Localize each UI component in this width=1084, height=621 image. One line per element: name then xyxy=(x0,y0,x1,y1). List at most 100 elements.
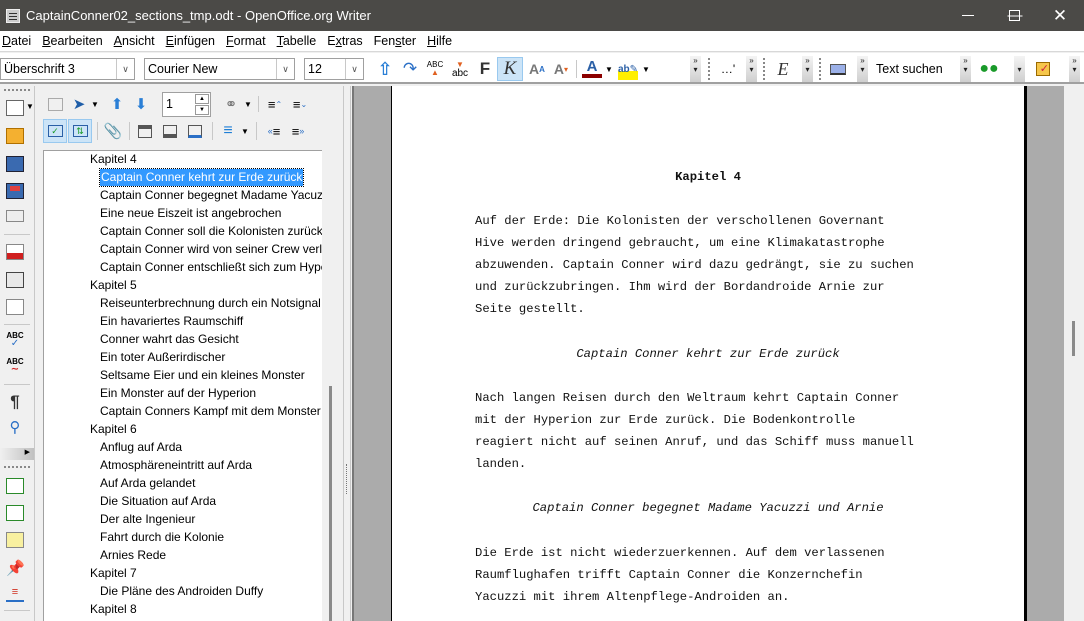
font-size-select[interactable]: 12 ∨ xyxy=(304,58,364,80)
menu-hilfe[interactable]: Hilfe xyxy=(427,34,452,48)
navigation-dropdown-icon[interactable]: ▼ xyxy=(90,93,100,115)
header-icon[interactable] xyxy=(135,120,155,142)
navigator-subheading-item[interactable]: Captain Conner kehrt zur Erde zurück xyxy=(98,168,305,187)
pushpin-icon[interactable]: 📌 xyxy=(6,559,25,577)
navigator-heading-item[interactable]: Kapitel 5 xyxy=(90,277,137,294)
ellipsis-button[interactable]: …' xyxy=(717,58,739,80)
save-as-icon[interactable] xyxy=(6,183,24,199)
promote-chapter-icon[interactable]: «≡ xyxy=(264,120,284,142)
toolbar-expand-button[interactable]: ▶ xyxy=(0,448,34,460)
spellcheck-doc-icon[interactable]: ✓ xyxy=(1032,58,1054,80)
navigator-subheading-item[interactable]: Captain Conner soll die Kolonisten zurüc… xyxy=(100,223,337,240)
menu-ansicht[interactable]: Ansicht xyxy=(114,34,155,48)
new-dropdown-icon[interactable]: ▼ xyxy=(26,102,34,111)
navigator-subheading-item[interactable]: Atmosphäreneintritt auf Arda xyxy=(100,457,252,474)
insert-index-icon[interactable] xyxy=(6,478,24,494)
save-icon[interactable] xyxy=(6,156,24,172)
toolbar-overflow-button[interactable]: » ▾ xyxy=(857,56,868,82)
navigator-scrollbar[interactable] xyxy=(322,150,338,621)
chevron-down-icon[interactable]: ∨ xyxy=(276,59,294,79)
navigator-heading-item[interactable]: Kapitel 7 xyxy=(90,565,137,582)
menu-einfuegen[interactable]: Einfügen xyxy=(166,34,215,48)
navigator-subheading-item[interactable]: Eine neue Eiszeit ist angebrochen xyxy=(100,205,281,222)
menu-bearbeiten[interactable]: Bearbeiten xyxy=(42,34,102,48)
navigator-subheading-item[interactable]: Die Pläne des Androiden Duffy xyxy=(100,583,263,600)
demote-level-icon[interactable]: ≡ ⌄ xyxy=(290,93,310,115)
navigator-subheading-item[interactable]: Captain Conners Kampf mit dem Monster xyxy=(100,403,321,420)
emphasis-button[interactable]: E xyxy=(773,58,793,80)
paragraph-style-select[interactable]: Überschrift 3 ∨ xyxy=(0,58,135,80)
navigator-subheading-item[interactable]: Die Situation auf Arda xyxy=(100,493,216,510)
update-index-icon[interactable] xyxy=(6,505,24,521)
page-number-spinner[interactable]: 1 ▲ ▼ xyxy=(162,92,211,117)
menu-tabelle[interactable]: Tabelle xyxy=(277,34,317,48)
toolbar-grip[interactable] xyxy=(819,58,822,80)
highlight-button[interactable]: ab✎ xyxy=(618,58,638,80)
heading-levels-icon[interactable]: ≡ xyxy=(218,120,238,142)
paperclip-icon[interactable]: 📎 xyxy=(103,120,123,142)
footer-icon[interactable] xyxy=(160,120,180,142)
toggle-content-icon[interactable] xyxy=(44,93,66,115)
promote-icon[interactable]: ⇧ xyxy=(376,58,394,80)
navigator-subheading-item[interactable]: Reiseunterbrechnung durch ein Notsignal xyxy=(100,295,321,312)
email-icon[interactable] xyxy=(6,210,24,222)
navigator-heading-item[interactable]: Kapitel 8 xyxy=(90,601,137,618)
drag-mode-icon[interactable]: ⚭ xyxy=(221,93,241,115)
shrink-font-icon[interactable]: A ▾ xyxy=(550,58,572,80)
navigator-subheading-item[interactable]: Arnies Rede xyxy=(100,547,166,564)
panel-splitter[interactable] xyxy=(343,86,351,621)
anchor-icon[interactable] xyxy=(185,120,205,142)
spin-down-icon[interactable]: ▼ xyxy=(195,105,209,115)
new-document-icon[interactable] xyxy=(6,100,24,116)
document-page[interactable]: Kapitel 4 Auf der Erde: Die Kolonisten d… xyxy=(391,86,1027,621)
page-preview-icon[interactable] xyxy=(6,299,24,315)
highlight-dropdown-icon[interactable]: ▼ xyxy=(641,58,651,80)
font-color-button[interactable]: A xyxy=(582,58,602,78)
maximize-button[interactable] xyxy=(991,0,1037,31)
toolbar-grip[interactable] xyxy=(763,58,766,80)
italic-button[interactable]: K xyxy=(497,57,523,81)
font-color-dropdown-icon[interactable]: ▼ xyxy=(604,58,614,80)
formatting-marks-icon[interactable]: ¶ xyxy=(6,393,24,410)
font-name-select[interactable]: Courier New ∨ xyxy=(144,58,295,80)
open-folder-icon[interactable] xyxy=(6,128,24,144)
navigator-subheading-item[interactable]: Captain Conner wird von seiner Crew verl… xyxy=(100,241,337,258)
promote-level-icon[interactable]: ≡ ⌃ xyxy=(265,93,285,115)
navigator-heading-item[interactable]: Kapitel 6 xyxy=(90,421,137,438)
navigation-icon[interactable]: ➤ xyxy=(70,93,88,115)
find-text-field[interactable]: Text suchen xyxy=(870,58,955,80)
navigator-subheading-item[interactable]: Ein Monster auf der Hyperion xyxy=(100,385,256,402)
export-pdf-icon[interactable] xyxy=(6,244,24,260)
navigator-subheading-item[interactable]: Captain Conner entschließt sich zum Hype… xyxy=(100,259,337,276)
toolbar-grip[interactable] xyxy=(4,89,30,91)
splitter-grip[interactable] xyxy=(346,464,347,494)
navigator-subheading-item[interactable]: Auf Arda gelandet xyxy=(100,475,195,492)
document-scrollbar[interactable] xyxy=(1064,86,1084,621)
demote-chapter-icon[interactable]: ≡» xyxy=(288,120,308,142)
navigator-heading-item[interactable]: Kapitel 4 xyxy=(90,151,137,168)
next-icon[interactable]: ⬇ xyxy=(131,93,151,115)
navigator-tree[interactable]: Kapitel 4 Captain Conner kehrt zur Erde z… xyxy=(43,150,338,621)
chevron-down-icon[interactable]: ∨ xyxy=(116,59,134,79)
menu-fenster[interactable]: Fenster xyxy=(374,34,416,48)
navigator-subheading-item[interactable]: Conner wahrt das Gesicht xyxy=(100,331,239,348)
content-navigation-toggle-button[interactable]: ⇅ xyxy=(68,119,92,143)
toolbar-overflow-button[interactable]: » ▾ xyxy=(690,56,701,82)
scrollbar-thumb[interactable] xyxy=(1072,321,1075,356)
navigator-subheading-item[interactable]: Anflug auf Arda xyxy=(100,439,182,456)
toolbar-overflow-button[interactable]: » ▾ xyxy=(746,56,757,82)
binoculars-icon[interactable]: ●● xyxy=(978,58,1000,80)
close-button[interactable]: ✕ xyxy=(1037,0,1083,31)
chevron-down-icon[interactable]: ∨ xyxy=(345,59,363,79)
auto-spellcheck-icon[interactable]: ABC ∼ xyxy=(6,358,24,375)
scrollbar-thumb[interactable] xyxy=(329,386,332,621)
menu-format[interactable]: Format xyxy=(226,34,266,48)
grow-font-icon[interactable]: AA xyxy=(526,58,548,80)
menu-extras[interactable]: Extras xyxy=(327,34,362,48)
navigator-subheading-item[interactable]: Fahrt durch die Kolonie xyxy=(100,529,224,546)
frame-icon[interactable] xyxy=(828,58,848,80)
minimize-button-area[interactable] xyxy=(945,0,991,31)
bold-button[interactable]: F xyxy=(475,58,495,80)
navigator-subheading-item[interactable]: Ein havariertes Raumschiff xyxy=(100,313,243,330)
heading-levels-dropdown-icon[interactable]: ▼ xyxy=(240,120,250,142)
